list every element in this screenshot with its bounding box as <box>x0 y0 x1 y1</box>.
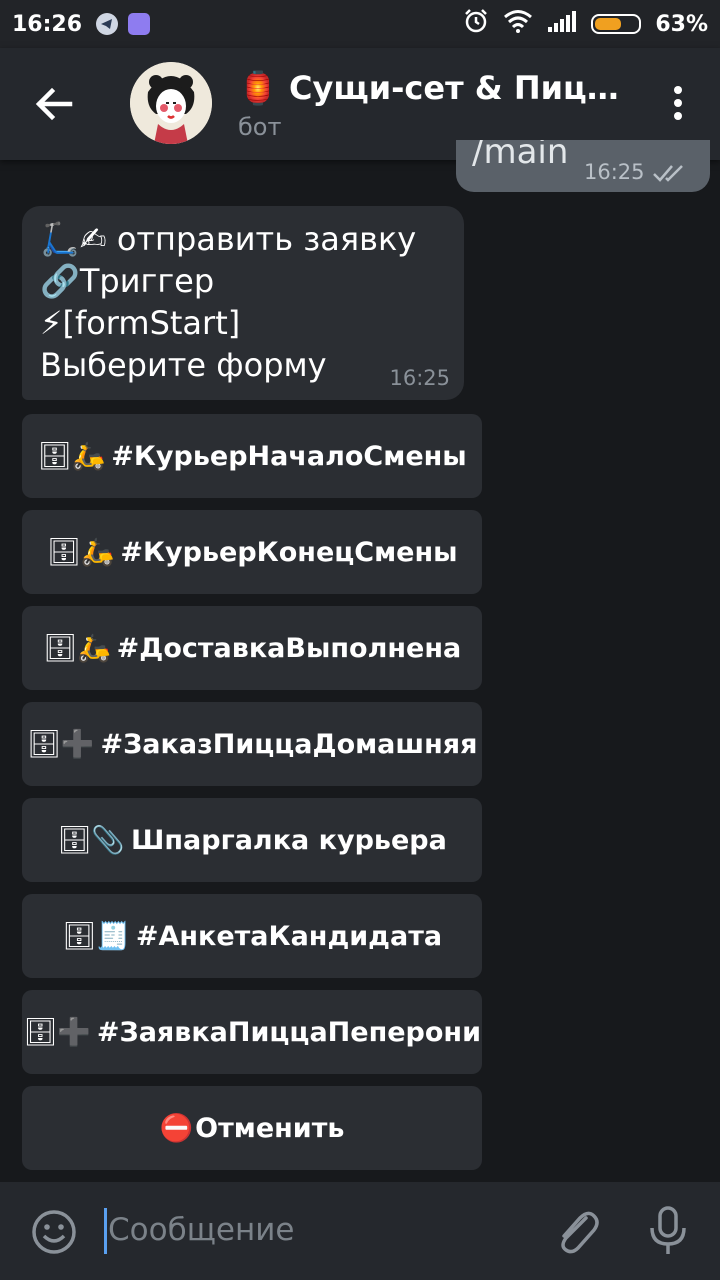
arrow-left-icon <box>35 87 73 121</box>
cabinet-receipt-icon: 🗄🧾 <box>61 921 130 952</box>
outgoing-message-text: /main <box>472 140 569 172</box>
cabinet-paperclip-icon: 🗄📎 <box>57 825 126 856</box>
paperclip-icon <box>561 1211 599 1254</box>
more-menu-button[interactable] <box>666 84 690 124</box>
form-button-courier-cheatsheet[interactable]: 🗄📎 Шпаргалка курьера <box>22 798 482 882</box>
cabinet-scooter-icon: 🗄🛵 <box>37 441 106 472</box>
form-button-courier-shift-end[interactable]: 🗄🛵 #КурьерКонецСмены <box>22 510 482 594</box>
incoming-message[interactable]: 🛴✍ отправить заявку 🔗Триггер ⚡[formStart… <box>22 206 464 400</box>
battery-percent: 63% <box>655 11 708 37</box>
no-entry-icon: ⛔ <box>159 1113 194 1144</box>
button-label: Шпаргалка курьера <box>131 824 447 856</box>
cabinet-plus-icon: 🗄➕ <box>26 729 95 760</box>
battery-level <box>595 18 622 30</box>
cabinet-scooter-icon: 🗄🛵 <box>46 537 115 568</box>
smile-icon <box>32 1210 76 1254</box>
form-button-candidate-survey[interactable]: 🗄🧾 #АнкетаКандидата <box>22 894 482 978</box>
signal-icon <box>547 9 577 39</box>
form-button-courier-shift-start[interactable]: 🗄🛵 #КурьерНачалоСмены <box>22 414 482 498</box>
chat-title[interactable]: 🏮 Сущи-сет & Пицц... <box>238 66 628 110</box>
microphone-icon <box>650 1206 686 1254</box>
outgoing-message[interactable]: /main 16:25 <box>456 140 710 192</box>
wifi-icon <box>503 9 533 39</box>
status-time: 16:26 <box>12 11 83 37</box>
chat-subtitle: бот <box>238 113 282 141</box>
text-cursor <box>104 1208 107 1254</box>
message-composer: Сообщение <box>0 1182 720 1280</box>
outgoing-message-time: 16:25 <box>584 160 645 184</box>
emoji-button[interactable] <box>30 1208 78 1260</box>
more-vertical-icon <box>674 86 682 94</box>
message-line: 🔗Триггер <box>40 262 215 300</box>
button-label: #ДоставкаВыполнена <box>116 632 462 664</box>
form-button-delivery-done[interactable]: 🗄🛵 #ДоставкаВыполнена <box>22 606 482 690</box>
message-input[interactable]: Сообщение <box>108 1212 294 1248</box>
button-label: #АнкетаКандидата <box>135 920 443 952</box>
button-label: #ЗаказПиццаДомашняя <box>100 728 478 760</box>
cabinet-scooter-icon: 🗄🛵 <box>42 633 111 664</box>
message-line: Выберите форму <box>40 346 327 384</box>
more-dot <box>674 99 682 107</box>
back-button[interactable] <box>30 82 80 126</box>
status-bar: 16:26 63% <box>0 0 720 48</box>
voice-button[interactable] <box>644 1204 692 1262</box>
incoming-message-time: 16:25 <box>389 366 450 390</box>
alarm-icon <box>463 8 489 40</box>
button-label: Отменить <box>195 1112 345 1144</box>
more-dot <box>674 112 682 120</box>
button-label: #ЗаявкаПиццаПеперони <box>96 1016 481 1048</box>
cabinet-plus-icon: 🗄➕ <box>23 1017 91 1048</box>
app-icon <box>128 13 151 35</box>
battery-icon <box>591 14 642 34</box>
button-label: #КурьерКонецСмены <box>120 536 458 568</box>
bot-avatar[interactable] <box>130 62 212 144</box>
message-line: ⚡[formStart] <box>40 304 241 342</box>
double-check-icon <box>652 162 690 188</box>
form-button-order-pizza-home[interactable]: 🗄➕ #ЗаказПиццаДомашняя <box>22 702 482 786</box>
telegram-icon <box>96 13 119 35</box>
button-label: #КурьерНачалоСмены <box>111 440 467 472</box>
cancel-button[interactable]: ⛔ Отменить <box>22 1086 482 1170</box>
attach-button[interactable] <box>552 1206 600 1262</box>
message-line: 🛴✍ отправить заявку <box>40 220 417 258</box>
form-button-order-pizza-pepperoni[interactable]: 🗄➕ #ЗаявкаПиццаПеперони <box>22 990 482 1074</box>
